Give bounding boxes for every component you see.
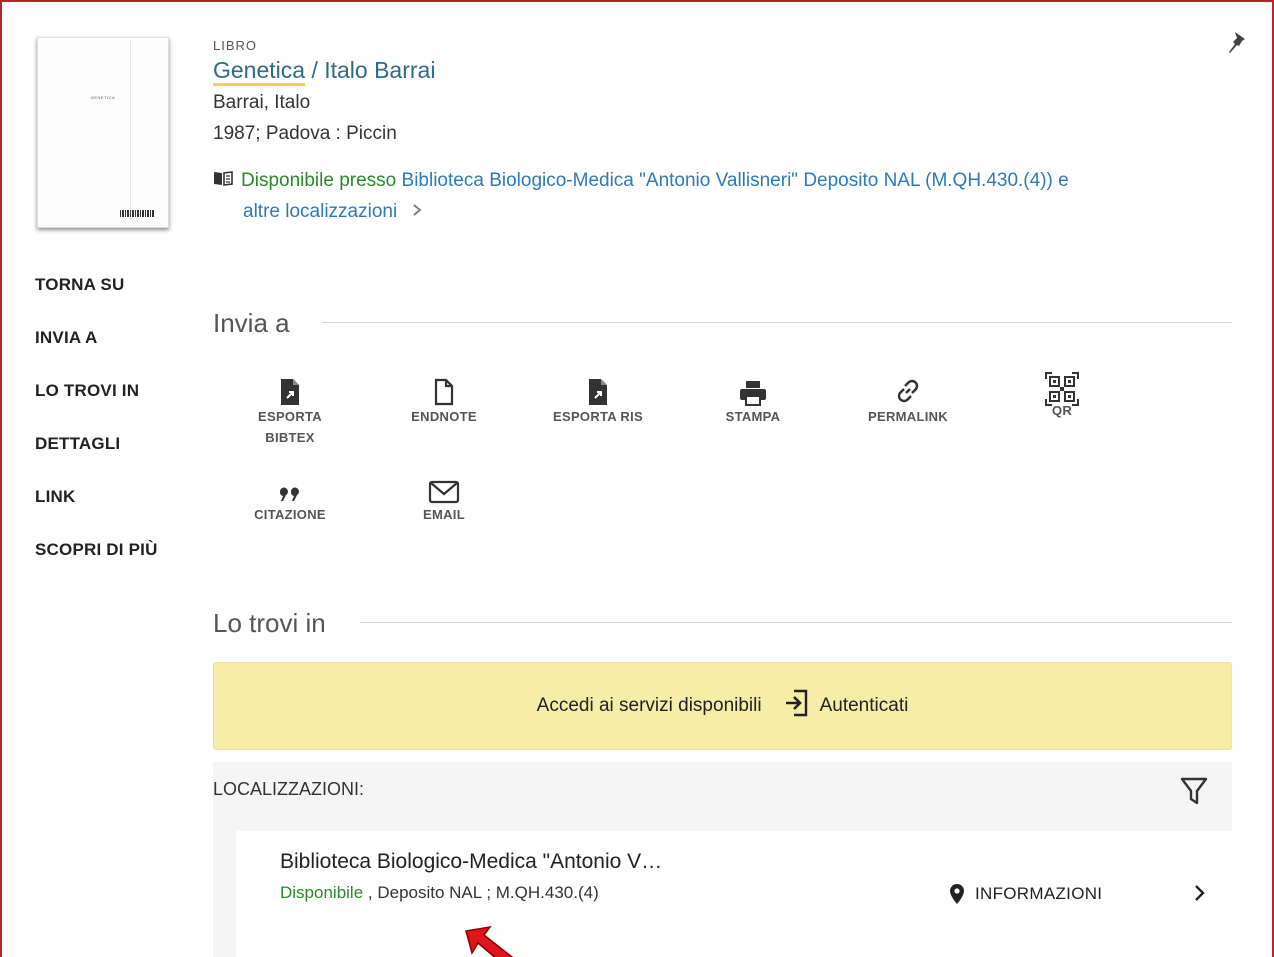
open-book-icon: [213, 165, 235, 196]
location-info-button[interactable]: INFORMAZIONI: [949, 883, 1102, 905]
availability-location-link[interactable]: Biblioteca Biologico-Medica "Antonio Val…: [402, 170, 1069, 191]
record-title[interactable]: Genetica / Italo Barrai: [213, 57, 435, 86]
chevron-right-icon: [412, 196, 422, 227]
annotation-arrow-icon: [462, 925, 526, 957]
cover-title: GENETICA: [90, 95, 116, 100]
filter-icon[interactable]: [1179, 775, 1209, 807]
file-export-icon: [213, 372, 367, 406]
permalink-button[interactable]: PERMALINK: [831, 372, 985, 427]
cover-barcode: [120, 210, 154, 217]
find-in-divider: [360, 622, 1232, 623]
location-name[interactable]: Biblioteca Biologico-Medica "Antonio V…: [280, 850, 662, 874]
record-type: LIBRO: [213, 38, 258, 53]
action-label: EMAIL: [423, 507, 465, 522]
record-publication: 1987; Padova : Piccin: [213, 123, 397, 144]
qr-button[interactable]: QR: [985, 372, 1139, 421]
citation-button[interactable]: CITAZIONE: [213, 470, 367, 525]
chevron-right-icon[interactable]: [1192, 883, 1208, 903]
record-author: Barrai, Italo: [213, 92, 311, 113]
find-in-heading: Lo trovi in: [213, 608, 326, 638]
sign-in-bar: Accedi ai servizi disponibili Autenticat…: [213, 662, 1232, 750]
map-pin-icon: [950, 884, 964, 904]
email-button[interactable]: EMAIL: [367, 470, 521, 525]
print-icon: [676, 372, 830, 406]
locations-label: LOCALIZZAZIONI:: [213, 779, 365, 799]
availability-line[interactable]: Disponibile presso Biblioteca Biologico-…: [213, 165, 1173, 227]
action-label: ESPORTA RIS: [553, 409, 643, 424]
availability-status: Disponibile presso: [241, 170, 397, 191]
info-label: INFORMAZIONI: [975, 884, 1103, 903]
record-title-main[interactable]: Genetica: [213, 57, 306, 86]
file-export-icon: [521, 372, 675, 406]
nav-item-lo-trovi-in[interactable]: LO TROVI IN: [35, 376, 158, 429]
action-label: PERMALINK: [868, 409, 948, 424]
location-shelf: , Deposito NAL ; M.QH.430.(4): [363, 883, 599, 902]
location-status: Disponibile: [280, 883, 364, 902]
action-label: ESPORTA: [258, 409, 322, 424]
document-icon: [367, 372, 521, 406]
location-details: Disponibile , Deposito NAL ; M.QH.430.(4…: [280, 883, 599, 903]
nav-item-link[interactable]: LINK: [35, 482, 158, 535]
nav-item-invia-a[interactable]: INVIA A: [35, 323, 158, 376]
other-locations-link[interactable]: altre localizzazioni: [243, 201, 397, 222]
endnote-button[interactable]: ENDNOTE: [367, 372, 521, 427]
nav-item-dettagli[interactable]: DETTAGLI: [35, 429, 158, 482]
link-icon: [831, 372, 985, 406]
nav-item-torna-su[interactable]: TORNA SU: [35, 270, 158, 323]
action-label: CITAZIONE: [254, 507, 326, 522]
send-to-divider: [322, 322, 1232, 323]
section-nav: TORNA SU INVIA A LO TROVI IN DETTAGLI LI…: [35, 270, 158, 588]
record-title-rest[interactable]: / Italo Barrai: [305, 57, 435, 83]
cover-line: [130, 40, 131, 220]
book-cover-thumbnail[interactable]: GENETICA: [37, 37, 169, 228]
location-card[interactable]: Biblioteca Biologico-Medica "Antonio V… …: [236, 831, 1232, 957]
send-to-heading: Invia a: [213, 308, 290, 338]
quote-icon: [213, 470, 367, 504]
action-label-2: BIBTEX: [265, 430, 315, 445]
export-ris-button[interactable]: ESPORTA RIS: [521, 372, 675, 427]
action-label: STAMPA: [725, 409, 781, 424]
action-label: ENDNOTE: [411, 409, 477, 424]
pin-icon[interactable]: [1226, 30, 1248, 56]
print-button[interactable]: STAMPA: [676, 372, 830, 427]
sign-in-icon[interactable]: [784, 688, 810, 724]
nav-item-scopri-di-piu[interactable]: SCOPRI DI PIÙ: [35, 535, 158, 588]
sign-in-button[interactable]: Autenticati: [820, 695, 909, 717]
locations-panel: LOCALIZZAZIONI: Biblioteca Biologico-Med…: [213, 762, 1232, 957]
email-icon: [367, 470, 521, 504]
sign-in-prompt: Accedi ai servizi disponibili: [536, 695, 762, 716]
export-bibtex-button[interactable]: ESPORTA BIBTEX: [213, 372, 367, 448]
action-label: QR: [1051, 403, 1073, 418]
